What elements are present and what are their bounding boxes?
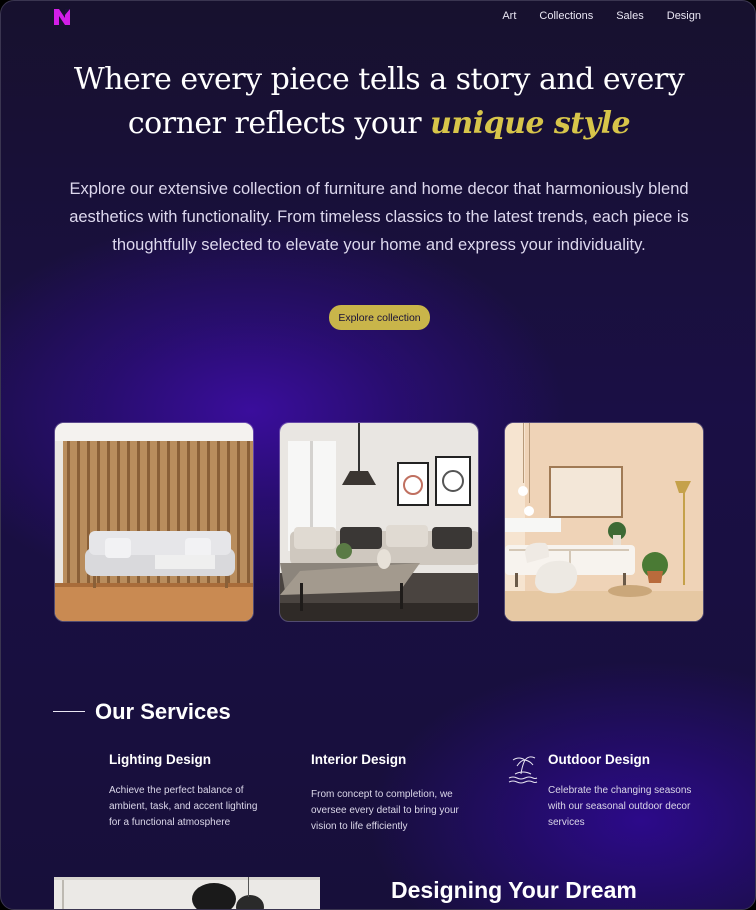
palm-island-icon bbox=[508, 756, 538, 784]
dream-section-title: Designing Your Dream bbox=[391, 877, 637, 903]
living-room-beige-photo bbox=[505, 423, 703, 621]
hero-headline: Where every piece tells a story and ever… bbox=[1, 58, 755, 146]
dream-section-image bbox=[54, 877, 320, 909]
service-title-lighting: Lighting Design bbox=[109, 752, 211, 767]
service-title-interior: Interior Design bbox=[311, 752, 407, 767]
headline-line-2: corner reflects your unique style bbox=[1, 102, 755, 146]
service-desc-lighting: Achieve the perfect balance of ambient, … bbox=[109, 785, 258, 828]
headline-line-2-text: corner reflects your bbox=[127, 106, 422, 141]
page-frame: Art Collections Sales Design Where every… bbox=[0, 0, 756, 910]
service-title-outdoor: Outdoor Design bbox=[548, 752, 650, 767]
nav-item-design[interactable]: Design bbox=[667, 10, 701, 22]
top-nav: Art Collections Sales Design bbox=[502, 10, 701, 22]
headline-accent: unique style bbox=[430, 106, 631, 141]
hero-intro: Explore our extensive collection of furn… bbox=[69, 180, 689, 254]
headline-line-1: Where every piece tells a story and ever… bbox=[73, 62, 685, 97]
gallery-image-3[interactable] bbox=[504, 422, 704, 622]
section-divider-line bbox=[53, 711, 85, 712]
gallery-image-2[interactable] bbox=[279, 422, 479, 622]
nav-item-collections[interactable]: Collections bbox=[539, 10, 593, 22]
nav-item-art[interactable]: Art bbox=[502, 10, 516, 22]
gallery-image-1[interactable] bbox=[54, 422, 254, 622]
service-desc-outdoor: Celebrate the changing seasons with our … bbox=[548, 785, 692, 828]
service-desc-interior: From concept to completion, we oversee e… bbox=[311, 789, 459, 832]
living-room-pendant-lamp-photo bbox=[280, 423, 478, 621]
living-room-slatted-wall-photo bbox=[55, 423, 253, 621]
nav-item-sales[interactable]: Sales bbox=[616, 10, 644, 22]
services-title: Our Services bbox=[95, 699, 231, 724]
pendant-lights-photo bbox=[54, 877, 320, 909]
explore-collection-button[interactable]: Explore collection bbox=[329, 305, 430, 330]
brand-logo-icon[interactable] bbox=[53, 8, 71, 26]
